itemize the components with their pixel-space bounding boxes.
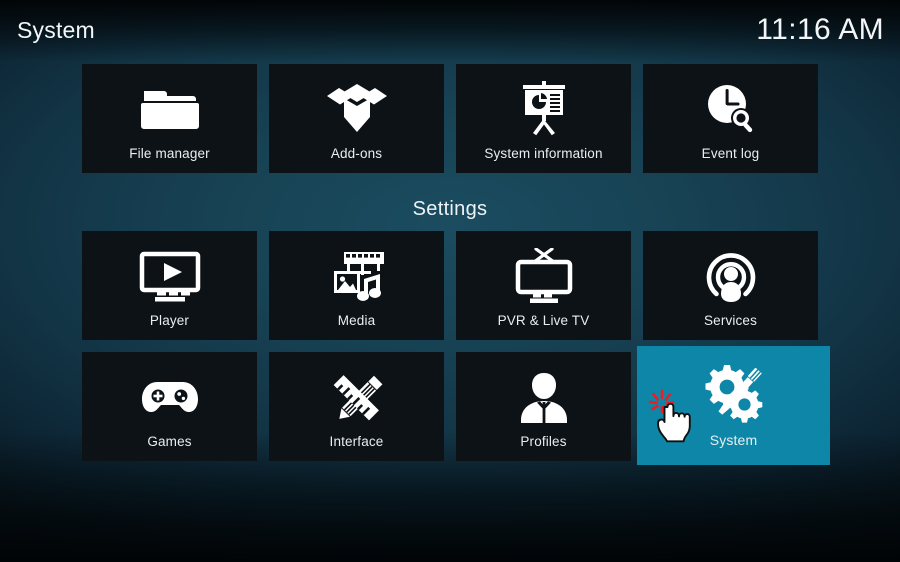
header-bar: System 11:16 AM xyxy=(0,0,900,58)
television-antenna-icon xyxy=(512,245,576,307)
page-title: System xyxy=(17,17,95,43)
gamepad-icon xyxy=(138,366,202,428)
middle-tile-grid: Player Media PVR & Live TV Services xyxy=(82,231,828,340)
tile-pvr-live-tv[interactable]: PVR & Live TV xyxy=(456,231,631,340)
tile-label: Media xyxy=(337,313,376,328)
bottom-tile-grid: Games Interface Profiles System xyxy=(82,346,830,465)
kodi-system-screen: System 11:16 AM File manager Add-ons Sys… xyxy=(0,0,900,562)
tile-label: Interface xyxy=(329,434,384,449)
folder-icon xyxy=(138,78,202,140)
tile-label: System xyxy=(709,432,758,448)
tile-media[interactable]: Media xyxy=(269,231,444,340)
tile-label: PVR & Live TV xyxy=(497,313,590,328)
tile-services[interactable]: Services xyxy=(643,231,818,340)
tile-profiles[interactable]: Profiles xyxy=(456,352,631,461)
open-box-icon xyxy=(326,78,388,140)
tile-interface[interactable]: Interface xyxy=(269,352,444,461)
tile-player[interactable]: Player xyxy=(82,231,257,340)
tile-add-ons[interactable]: Add-ons xyxy=(269,64,444,173)
clock: 11:16 AM xyxy=(756,13,884,46)
tile-label: Games xyxy=(147,434,192,449)
tile-label: Services xyxy=(704,313,757,328)
tile-label: System information xyxy=(484,146,603,161)
tile-label: File manager xyxy=(129,146,210,161)
tile-label: Player xyxy=(149,313,190,328)
tile-label: Add-ons xyxy=(330,146,383,161)
broadcast-person-icon xyxy=(703,245,759,307)
presentation-chart-icon xyxy=(515,78,573,140)
clock-search-icon xyxy=(702,78,760,140)
tile-system-information[interactable]: System information xyxy=(456,64,631,173)
tile-event-log[interactable]: Event log xyxy=(643,64,818,173)
gears-screwdriver-icon xyxy=(697,362,771,428)
tile-file-manager[interactable]: File manager xyxy=(82,64,257,173)
user-silhouette-icon xyxy=(516,366,572,428)
tile-label: Profiles xyxy=(520,434,567,449)
tile-system[interactable]: System xyxy=(637,346,830,465)
pencil-ruler-icon xyxy=(327,366,387,428)
monitor-play-icon xyxy=(138,245,202,307)
tile-label: Event log xyxy=(701,146,760,161)
tile-games[interactable]: Games xyxy=(82,352,257,461)
top-tile-grid: File manager Add-ons System information … xyxy=(82,64,828,173)
settings-section-heading: Settings xyxy=(412,198,488,220)
film-photo-music-icon xyxy=(327,245,387,307)
